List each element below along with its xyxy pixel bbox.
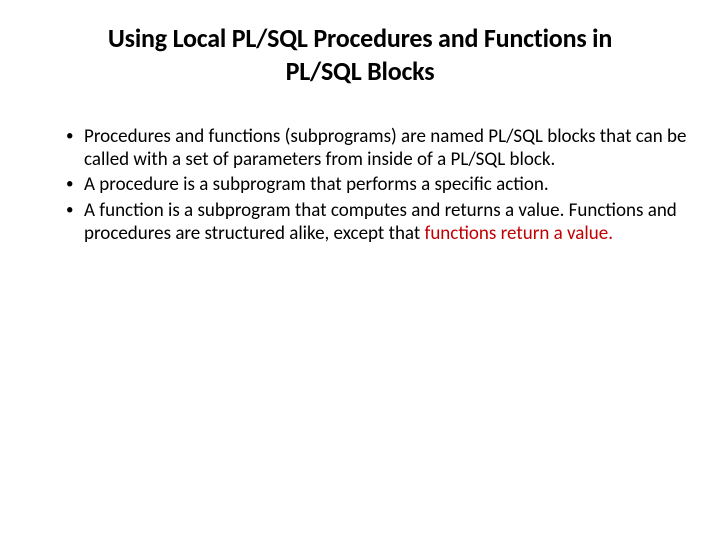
- bullet-emphasis: functions return a value.: [425, 222, 613, 245]
- bullet-text: A procedure is a subprogram that perform…: [84, 173, 549, 196]
- list-item: A procedure is a subprogram that perform…: [66, 173, 692, 196]
- title-line-1: Using Local PL/SQL Procedures and Functi…: [108, 22, 612, 54]
- list-item: A function is a subprogram that computes…: [66, 199, 692, 245]
- title-line-2: PL/SQL Blocks: [286, 55, 435, 87]
- list-item: Procedures and functions (subprograms) a…: [66, 125, 692, 171]
- bullet-text: Procedures and functions (subprograms) a…: [84, 125, 686, 171]
- bullet-list: Procedures and functions (subprograms) a…: [28, 125, 692, 245]
- slide-title: Using Local PL/SQL Procedures and Functi…: [28, 22, 692, 87]
